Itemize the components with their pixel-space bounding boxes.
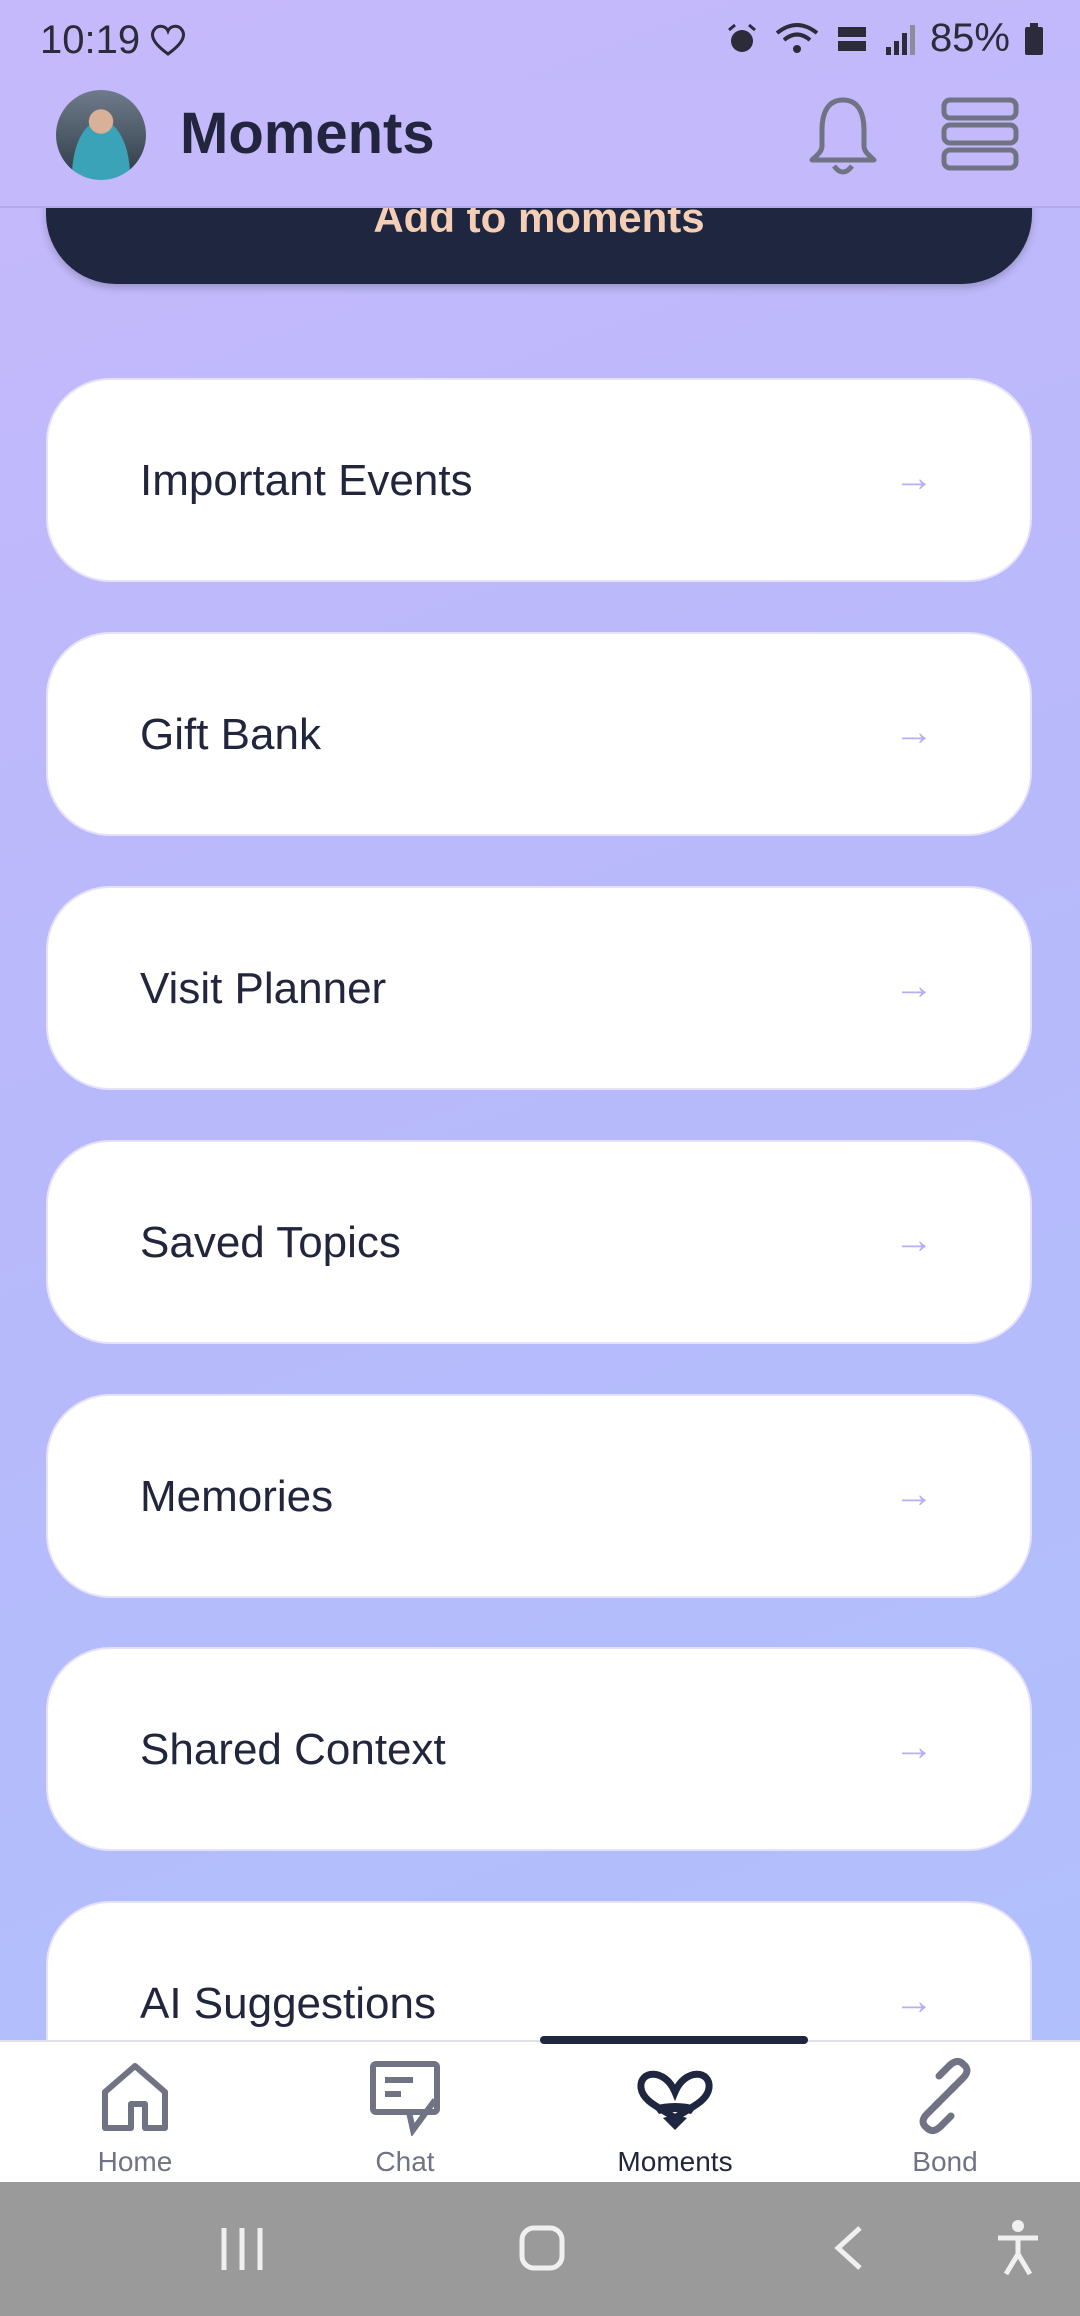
card-saved-topics[interactable]: Saved Topics → <box>46 1140 1032 1344</box>
app-header: Moments <box>0 80 1080 208</box>
arrow-right-icon: → <box>894 1472 934 1516</box>
arrow-right-icon: → <box>894 710 934 754</box>
home-icon <box>102 2063 168 2131</box>
nav-item-home[interactable]: Home <box>35 2042 235 2184</box>
active-tab-indicator <box>540 2036 808 2044</box>
card-label: Gift Bank <box>140 710 321 759</box>
status-bar: 10:19 85% <box>0 0 1080 80</box>
arrow-right-icon: → <box>894 1979 934 2023</box>
alarm-icon <box>727 23 756 52</box>
nav-label-chat: Chat <box>375 2146 435 2177</box>
heart-icon <box>637 2070 713 2130</box>
card-gift-bank[interactable]: Gift Bank → <box>46 632 1032 836</box>
status-time: 10:19 <box>40 18 141 62</box>
volte-icon <box>837 26 866 51</box>
link-icon <box>919 2057 971 2135</box>
nav-label-moments: Moments <box>617 2146 733 2177</box>
system-navigation-bar <box>0 2182 1080 2316</box>
bottom-navigation: Home Chat Moments Bond <box>0 2040 1080 2184</box>
nav-label-bond: Bond <box>912 2146 978 2177</box>
card-important-events[interactable]: Important Events → <box>46 378 1032 582</box>
card-label: Shared Context <box>140 1725 446 1774</box>
nav-item-chat[interactable]: Chat <box>305 2042 505 2184</box>
arrow-right-icon: → <box>894 1725 934 1769</box>
back-icon[interactable] <box>830 2224 866 2272</box>
arrow-right-icon: → <box>894 456 934 500</box>
card-label: Saved Topics <box>140 1218 401 1267</box>
card-label: Visit Planner <box>140 964 387 1013</box>
menu-icon[interactable] <box>940 94 1020 174</box>
battery-percentage: 85% <box>929 16 1010 60</box>
signal-icon <box>885 24 915 55</box>
battery-icon <box>1025 22 1043 55</box>
card-memories[interactable]: Memories → <box>46 1394 1032 1598</box>
heart-notification-icon <box>151 24 185 56</box>
card-label: Important Events <box>140 456 473 505</box>
status-icons: 85% <box>724 16 1044 61</box>
card-label: Memories <box>140 1472 334 1521</box>
card-visit-planner[interactable]: Visit Planner → <box>46 886 1032 1090</box>
accessibility-icon[interactable] <box>994 2218 1042 2278</box>
wifi-icon <box>775 22 819 53</box>
home-button-icon[interactable] <box>518 2224 566 2272</box>
chat-icon <box>370 2061 440 2136</box>
card-shared-context[interactable]: Shared Context → <box>46 1647 1032 1851</box>
arrow-right-icon: → <box>894 964 934 1008</box>
nav-label-home: Home <box>97 2146 173 2177</box>
arrow-right-icon: → <box>894 1218 934 1262</box>
notification-bell-icon[interactable] <box>806 94 880 178</box>
nav-item-bond[interactable]: Bond <box>845 2042 1045 2184</box>
nav-item-moments[interactable]: Moments <box>575 2042 775 2184</box>
page-title: Moments <box>180 101 435 166</box>
avatar[interactable] <box>56 90 146 180</box>
card-label: AI Suggestions <box>140 1979 436 2028</box>
recent-apps-icon[interactable] <box>218 2226 266 2272</box>
